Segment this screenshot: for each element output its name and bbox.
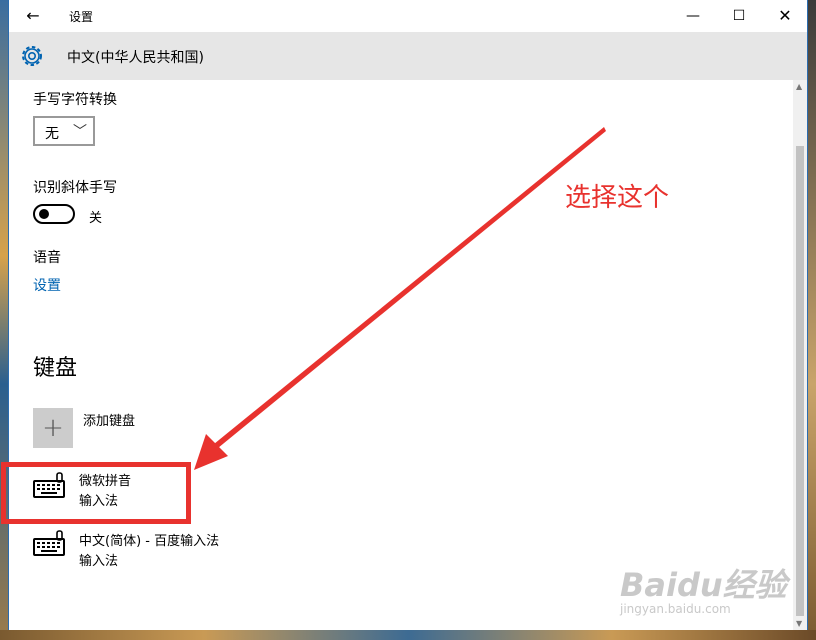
baidu-logo: Baidu经验 bbox=[620, 566, 787, 604]
annotation-arrow-icon bbox=[194, 127, 606, 470]
annotation-text: 选择这个 bbox=[565, 183, 670, 213]
watermark: Baidu经验 jingyan.baidu.com bbox=[620, 560, 787, 616]
